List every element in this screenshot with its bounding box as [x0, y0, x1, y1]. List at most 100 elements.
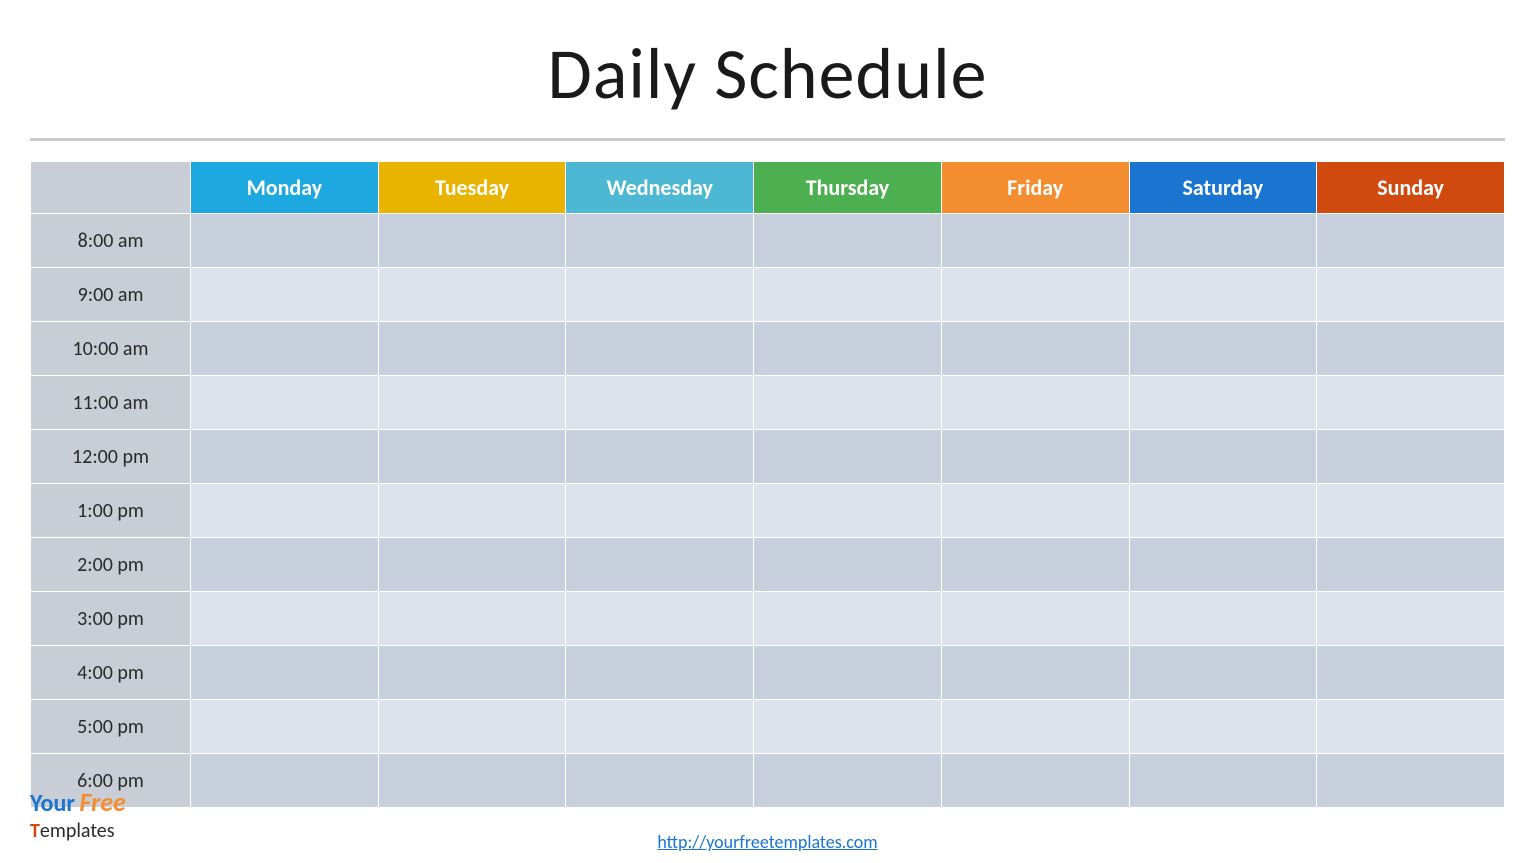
schedule-cell[interactable] — [1317, 700, 1505, 754]
schedule-cell[interactable] — [378, 538, 566, 592]
schedule-cell[interactable] — [191, 376, 379, 430]
schedule-cell[interactable] — [378, 700, 566, 754]
schedule-cell[interactable] — [191, 268, 379, 322]
schedule-cell[interactable] — [941, 592, 1129, 646]
schedule-cell[interactable] — [191, 538, 379, 592]
schedule-cell[interactable] — [1129, 322, 1317, 376]
schedule-cell[interactable] — [754, 538, 942, 592]
schedule-cell[interactable] — [1317, 484, 1505, 538]
schedule-cell[interactable] — [754, 268, 942, 322]
schedule-cell[interactable] — [378, 754, 566, 808]
schedule-cell[interactable] — [754, 322, 942, 376]
saturday-header: Saturday — [1129, 162, 1317, 214]
schedule-cell[interactable] — [1317, 754, 1505, 808]
schedule-cell[interactable] — [941, 646, 1129, 700]
schedule-cell[interactable] — [1317, 430, 1505, 484]
schedule-cell[interactable] — [191, 754, 379, 808]
schedule-cell[interactable] — [941, 700, 1129, 754]
schedule-cell[interactable] — [1129, 592, 1317, 646]
schedule-cell[interactable] — [754, 700, 942, 754]
schedule-cell[interactable] — [941, 214, 1129, 268]
schedule-cell[interactable] — [191, 430, 379, 484]
schedule-cell[interactable] — [754, 214, 942, 268]
table-row: 6:00 pm — [31, 754, 1505, 808]
table-row: 3:00 pm — [31, 592, 1505, 646]
schedule-cell[interactable] — [754, 430, 942, 484]
schedule-cell[interactable] — [754, 646, 942, 700]
schedule-cell[interactable] — [1129, 268, 1317, 322]
schedule-cell[interactable] — [566, 538, 754, 592]
schedule-cell[interactable] — [1317, 268, 1505, 322]
schedule-cell[interactable] — [566, 322, 754, 376]
schedule-cell[interactable] — [754, 376, 942, 430]
footer-url[interactable]: http://yourfreetemplates.com — [657, 831, 877, 853]
schedule-cell[interactable] — [191, 322, 379, 376]
schedule-cell[interactable] — [941, 538, 1129, 592]
schedule-cell[interactable] — [1317, 646, 1505, 700]
table-row: 10:00 am — [31, 322, 1505, 376]
schedule-cell[interactable] — [378, 268, 566, 322]
wednesday-header: Wednesday — [566, 162, 754, 214]
schedule-cell[interactable] — [941, 322, 1129, 376]
thursday-header: Thursday — [754, 162, 942, 214]
schedule-cell[interactable] — [1317, 376, 1505, 430]
schedule-cell[interactable] — [566, 430, 754, 484]
schedule-cell[interactable] — [566, 754, 754, 808]
schedule-cell[interactable] — [566, 700, 754, 754]
table-row: 8:00 am — [31, 214, 1505, 268]
time-cell: 3:00 pm — [31, 592, 191, 646]
schedule-cell[interactable] — [378, 592, 566, 646]
schedule-cell[interactable] — [566, 268, 754, 322]
schedule-cell[interactable] — [754, 592, 942, 646]
schedule-cell[interactable] — [378, 484, 566, 538]
schedule-cell[interactable] — [941, 376, 1129, 430]
tuesday-header: Tuesday — [378, 162, 566, 214]
schedule-cell[interactable] — [754, 754, 942, 808]
logo-templates: Templates — [30, 819, 115, 843]
schedule-cell[interactable] — [378, 376, 566, 430]
schedule-cell[interactable] — [1129, 376, 1317, 430]
time-cell: 12:00 pm — [31, 430, 191, 484]
schedule-cell[interactable] — [378, 646, 566, 700]
schedule-cell[interactable] — [378, 322, 566, 376]
schedule-cell[interactable] — [941, 430, 1129, 484]
schedule-cell[interactable] — [1129, 754, 1317, 808]
schedule-cell[interactable] — [191, 700, 379, 754]
schedule-cell[interactable] — [566, 592, 754, 646]
schedule-cell[interactable] — [941, 484, 1129, 538]
schedule-cell[interactable] — [754, 484, 942, 538]
schedule-cell[interactable] — [941, 268, 1129, 322]
schedule-cell[interactable] — [191, 484, 379, 538]
schedule-cell[interactable] — [566, 484, 754, 538]
schedule-container: Monday Tuesday Wednesday Thursday Friday… — [30, 161, 1505, 808]
schedule-cell[interactable] — [941, 754, 1129, 808]
schedule-cell[interactable] — [1317, 322, 1505, 376]
schedule-cell[interactable] — [1317, 538, 1505, 592]
friday-header: Friday — [941, 162, 1129, 214]
schedule-cell[interactable] — [566, 376, 754, 430]
schedule-cell[interactable] — [1317, 592, 1505, 646]
schedule-cell[interactable] — [191, 646, 379, 700]
schedule-cell[interactable] — [378, 430, 566, 484]
schedule-cell[interactable] — [1129, 484, 1317, 538]
table-row: 12:00 pm — [31, 430, 1505, 484]
schedule-cell[interactable] — [1129, 646, 1317, 700]
schedule-cell[interactable] — [1129, 700, 1317, 754]
schedule-cell[interactable] — [191, 592, 379, 646]
schedule-cell[interactable] — [566, 214, 754, 268]
time-cell: 4:00 pm — [31, 646, 191, 700]
logo-your: Your — [30, 789, 75, 818]
schedule-cell[interactable] — [566, 646, 754, 700]
header-row: Monday Tuesday Wednesday Thursday Friday… — [31, 162, 1505, 214]
monday-header: Monday — [191, 162, 379, 214]
schedule-cell[interactable] — [191, 214, 379, 268]
footer: Your Free Templates http://yourfreetempl… — [0, 831, 1535, 853]
schedule-cell[interactable] — [1129, 538, 1317, 592]
schedule-cell[interactable] — [1129, 214, 1317, 268]
time-column-header — [31, 162, 191, 214]
schedule-cell[interactable] — [378, 214, 566, 268]
schedule-cell[interactable] — [1129, 430, 1317, 484]
schedule-cell[interactable] — [1317, 214, 1505, 268]
divider — [30, 138, 1505, 141]
time-cell: 9:00 am — [31, 268, 191, 322]
